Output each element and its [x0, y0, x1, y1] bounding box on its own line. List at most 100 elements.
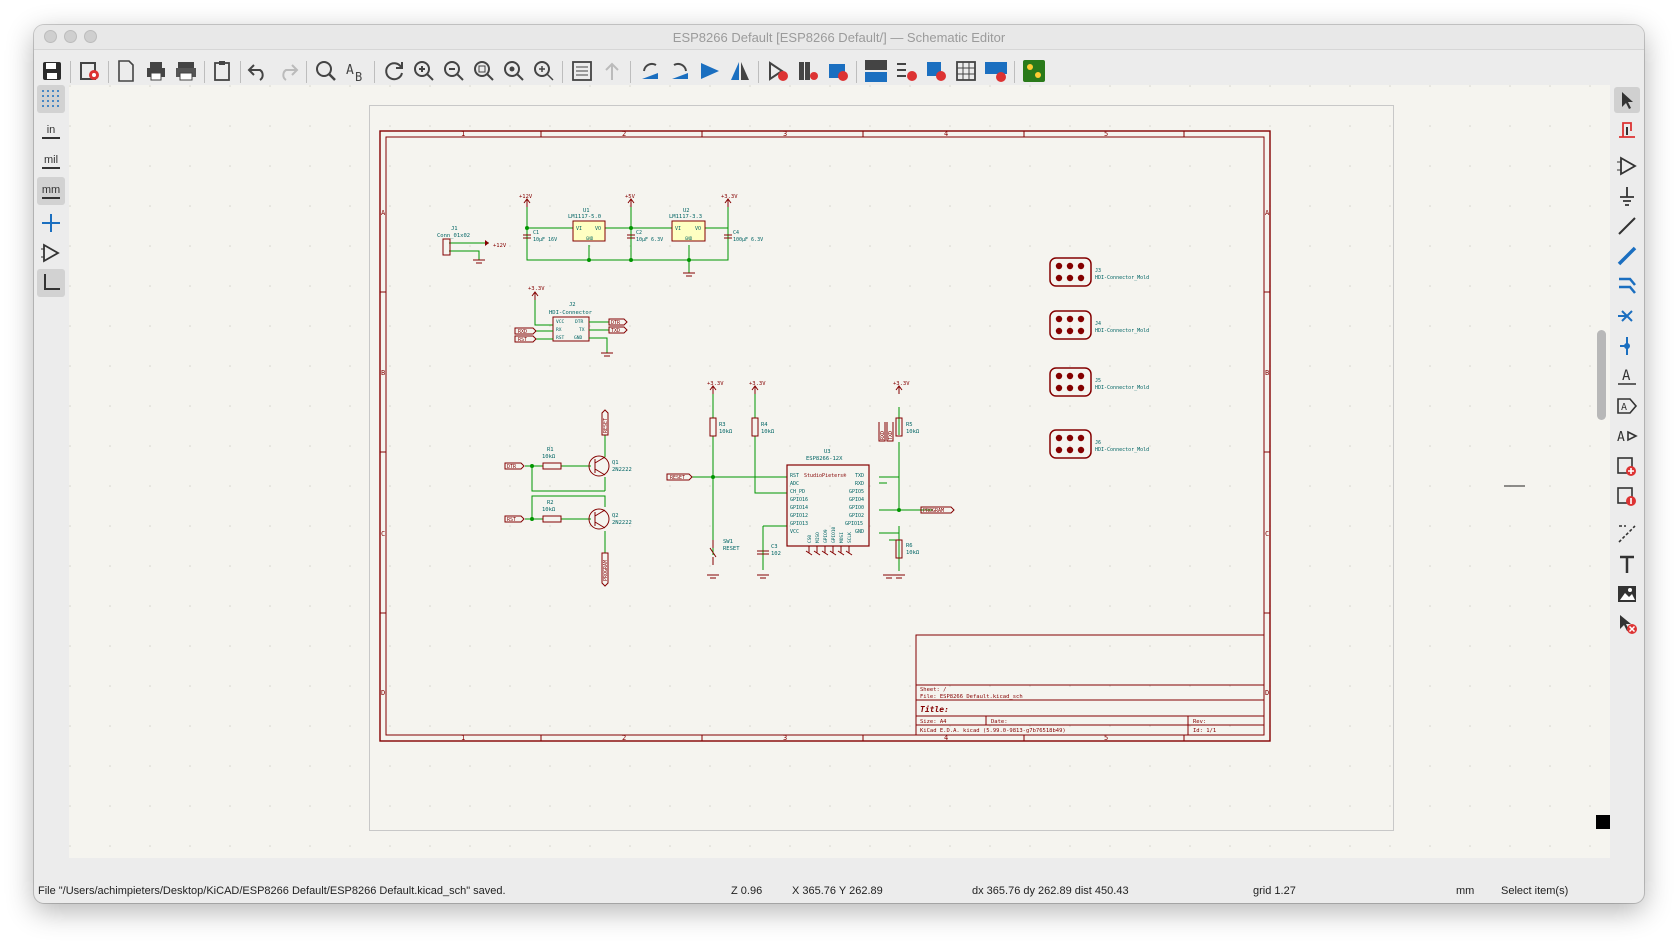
- sw1-ref: SW1: [723, 539, 733, 545]
- j2-pin-rst: RST: [556, 335, 565, 341]
- hier-label-icon[interactable]: A: [1614, 423, 1640, 449]
- zoom-in-icon[interactable]: [412, 59, 436, 83]
- field-editor-icon[interactable]: [954, 59, 978, 83]
- u3-pin-l4: GPIO16: [790, 497, 808, 503]
- main-toolbar: AB: [34, 50, 1644, 90]
- j3-ref: J3: [1095, 268, 1101, 274]
- add-bus-icon[interactable]: [1614, 243, 1640, 269]
- r3-ref: R3: [719, 422, 726, 428]
- undo-icon[interactable]: [246, 59, 270, 83]
- q1-value: 2N2222: [612, 467, 632, 473]
- highlight-net-icon[interactable]: [1614, 117, 1640, 143]
- global-label-icon[interactable]: A: [1614, 393, 1640, 419]
- line-mode-icon[interactable]: [37, 269, 65, 297]
- c2-ref: C2: [636, 230, 642, 236]
- j2-pin-dtr: DTR: [575, 319, 584, 325]
- tb-tool: KiCad E.D.A. kicad (5.99.0-9813-g7b76518…: [920, 728, 1066, 734]
- add-power-icon[interactable]: [1614, 183, 1640, 209]
- select-icon[interactable]: [1614, 87, 1640, 113]
- add-bus-entry-icon[interactable]: [1614, 273, 1640, 299]
- j2-pin-rx: RX: [556, 327, 562, 333]
- zoom-out-icon[interactable]: [442, 59, 466, 83]
- cursor-style-icon[interactable]: [37, 209, 65, 237]
- r5-value: 10kΩ: [906, 429, 920, 435]
- rotate-ccw-icon[interactable]: [638, 59, 662, 83]
- import-sheet-pin-icon[interactable]: [1614, 483, 1640, 509]
- plot-icon[interactable]: [174, 59, 198, 83]
- symbol-editor-icon[interactable]: [766, 59, 790, 83]
- paste-icon[interactable]: [210, 59, 234, 83]
- rotate-cw-icon[interactable]: [668, 59, 692, 83]
- u3-pin-r8: GND: [855, 529, 864, 535]
- j6-ref: J6: [1095, 440, 1101, 446]
- junction-icon[interactable]: [1614, 333, 1640, 359]
- u3-pin-l2: ADC: [790, 481, 799, 487]
- tb-title: Title:: [920, 704, 949, 714]
- refresh-icon[interactable]: [382, 59, 406, 83]
- save-icon[interactable]: [40, 59, 64, 83]
- schematic-drawing: 1 2 3 4 5 1 2 3 4 5 A B C D A B C D J1 C…: [69, 85, 1610, 858]
- vertical-scrollbar[interactable]: [1597, 330, 1606, 420]
- mirror-horizontal-icon[interactable]: [728, 59, 752, 83]
- border-number-1: 1: [461, 130, 465, 138]
- units-mm-label: mm: [41, 183, 61, 196]
- power-33v-r3: +3.3V: [707, 381, 724, 387]
- units-mm-button[interactable]: mm: [37, 177, 65, 205]
- annotate-icon[interactable]: [864, 59, 888, 83]
- q2-ref: Q2: [612, 513, 619, 519]
- add-text-icon[interactable]: [1614, 551, 1640, 577]
- net-label-icon[interactable]: A: [1614, 363, 1640, 389]
- symbol-browser-icon[interactable]: [796, 59, 820, 83]
- r5-ref: R5: [906, 422, 913, 428]
- u3-ref: U3: [824, 449, 831, 455]
- delete-icon[interactable]: [1614, 611, 1640, 637]
- schematic-canvas[interactable]: 1 2 3 4 5 1 2 3 4 5 A B C D A B C D J1 C…: [69, 85, 1610, 858]
- pcb-editor-icon[interactable]: [1022, 59, 1046, 83]
- no-connect-icon[interactable]: [1614, 303, 1640, 329]
- left-toolbar: in mil mm: [34, 85, 68, 883]
- units-inches-button[interactable]: in: [37, 117, 65, 145]
- u3-pin-l3: CH_PD: [790, 489, 805, 495]
- zoom-fit-icon[interactable]: [472, 59, 496, 83]
- u2-gnd: GND: [685, 236, 693, 241]
- add-graphic-line-icon[interactable]: [1614, 521, 1640, 547]
- footprint-editor-icon[interactable]: [826, 59, 850, 83]
- j5-value: HDI-Connector_Mold: [1095, 385, 1149, 391]
- print-icon[interactable]: [144, 59, 168, 83]
- c3-value: 102: [771, 551, 781, 557]
- r2-ref: R2: [547, 500, 554, 506]
- j1-12v-label: +12V: [493, 243, 507, 249]
- page-settings-icon[interactable]: [114, 59, 138, 83]
- zoom-selection-icon[interactable]: [532, 59, 556, 83]
- show-hidden-pins-icon[interactable]: [37, 239, 65, 267]
- j3-value: HDI-Connector_Mold: [1095, 275, 1149, 281]
- label-txd-j2: TXD: [611, 328, 620, 334]
- c2-value: 10µF 6.3V: [636, 237, 663, 243]
- assign-footprints-icon[interactable]: [924, 59, 948, 83]
- add-image-icon[interactable]: [1614, 581, 1640, 607]
- j4-value: HDI-Connector_Mold: [1095, 328, 1149, 334]
- leave-sheet-icon[interactable]: [600, 59, 624, 83]
- u3-pin-l6: GPIO12: [790, 513, 808, 519]
- grid-toggle-icon[interactable]: [37, 85, 65, 113]
- u3-pin-b3: GPIO9: [823, 529, 829, 543]
- find-replace-icon[interactable]: AB: [344, 59, 368, 83]
- hierarchy-navigator-icon[interactable]: [570, 59, 594, 83]
- units-mils-button[interactable]: mil: [37, 147, 65, 175]
- zoom-objects-icon[interactable]: [502, 59, 526, 83]
- add-sheet-icon[interactable]: [1614, 453, 1640, 479]
- c1-value: 10µF 16V: [533, 237, 557, 243]
- r6-value: 10kΩ: [906, 550, 920, 556]
- erc-icon[interactable]: [894, 59, 918, 83]
- schematic-setup-icon[interactable]: [78, 59, 102, 83]
- status-delta: dx 365.76 dy 262.89 dist 450.43: [972, 885, 1129, 897]
- redo-icon[interactable]: [276, 59, 300, 83]
- add-symbol-icon[interactable]: [1614, 153, 1640, 179]
- bom-icon[interactable]: [984, 59, 1008, 83]
- tb-date: Date:: [991, 719, 1008, 725]
- mirror-vertical-icon[interactable]: [698, 59, 722, 83]
- border-letter-c-right: C: [1265, 530, 1269, 538]
- add-wire-icon[interactable]: [1614, 213, 1640, 239]
- find-icon[interactable]: [314, 59, 338, 83]
- scroll-corner: [1596, 815, 1610, 829]
